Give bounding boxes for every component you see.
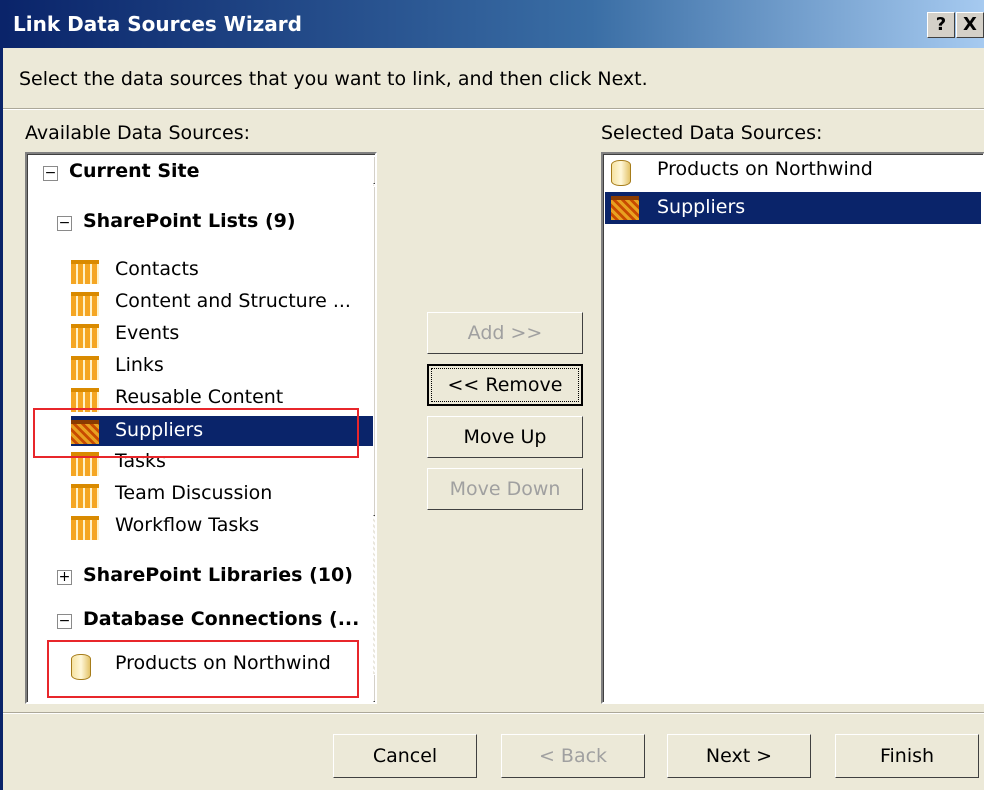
selected-sources-label: Selected Data Sources: <box>601 122 823 144</box>
collapse-icon[interactable]: − <box>57 614 72 629</box>
tree-scrollbar[interactable]: ▲ ▼ <box>373 156 375 702</box>
scroll-up-icon[interactable]: ▲ <box>373 156 375 184</box>
collapse-icon[interactable]: − <box>57 216 72 231</box>
collapse-icon[interactable]: − <box>43 166 58 181</box>
list-item-label: Events <box>115 322 180 344</box>
list-item-label: Content and Structure ... <box>115 290 351 312</box>
tree-label: SharePoint Lists (9) <box>83 210 296 232</box>
move-up-button[interactable]: Move Up <box>427 416 583 458</box>
list-table-icon <box>71 356 99 380</box>
close-button[interactable]: X <box>956 12 984 38</box>
back-button[interactable]: < Back <box>501 734 645 778</box>
title-bar: Link Data Sources Wizard ? X <box>3 0 984 48</box>
database-icon <box>611 160 631 186</box>
help-button[interactable]: ? <box>927 12 955 38</box>
list-table-icon <box>611 196 639 220</box>
list-item-label: Links <box>115 354 164 376</box>
finish-button[interactable]: Finish <box>835 734 979 778</box>
list-item-label: Team Discussion <box>115 482 273 504</box>
list-table-icon <box>71 324 99 348</box>
selected-item-suppliers[interactable]: Suppliers <box>605 192 981 224</box>
list-table-icon <box>71 260 99 284</box>
list-item-label: Workflow Tasks <box>115 514 260 536</box>
window-title: Link Data Sources Wizard <box>13 12 302 36</box>
tree-label: Database Connections (... <box>83 608 360 630</box>
footer-divider <box>3 712 984 714</box>
scroll-thumb[interactable] <box>373 186 375 516</box>
header-divider <box>3 108 984 110</box>
selected-sources-list[interactable]: Products on Northwind Suppliers <box>601 152 984 704</box>
selected-item-label: Suppliers <box>657 196 746 218</box>
remove-button[interactable]: << Remove <box>427 364 583 406</box>
instruction-text: Select the data sources that you want to… <box>19 68 648 90</box>
list-table-icon <box>71 484 99 508</box>
next-button[interactable]: Next > <box>667 734 811 778</box>
list-item-label: Contacts <box>115 258 199 280</box>
tree-label: SharePoint Libraries (10) <box>83 564 353 586</box>
highlight-box-products <box>47 640 359 698</box>
selected-item-label: Products on Northwind <box>657 158 873 180</box>
add-button[interactable]: Add >> <box>427 312 583 354</box>
tree-label: Current Site <box>69 160 200 182</box>
available-sources-label: Available Data Sources: <box>25 122 251 144</box>
cancel-button[interactable]: Cancel <box>333 734 477 778</box>
list-table-icon <box>71 292 99 316</box>
list-item-label: Reusable Content <box>115 386 284 408</box>
list-table-icon <box>71 516 99 540</box>
scroll-down-icon[interactable]: ▼ <box>373 674 375 702</box>
expand-icon[interactable]: + <box>57 570 72 585</box>
link-data-sources-dialog: Link Data Sources Wizard ? X Select the … <box>0 0 984 790</box>
move-down-button[interactable]: Move Down <box>427 468 583 510</box>
highlight-box-suppliers <box>33 408 359 458</box>
